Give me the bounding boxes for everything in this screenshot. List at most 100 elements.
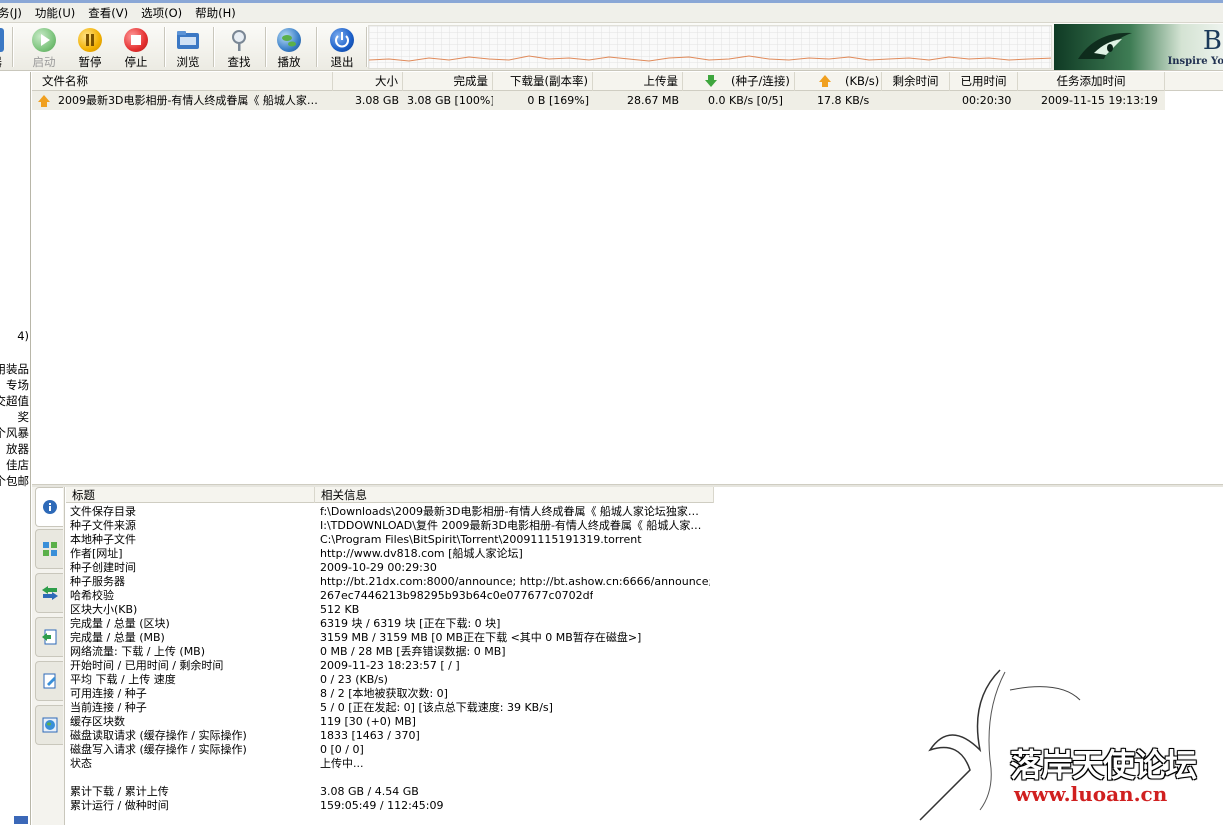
detail-row[interactable]: 磁盘写入请求 (缓存操作 / 实际操作) 0 [0 / 0] [66, 743, 714, 757]
detail-value: 267ec7446213b98295b93b64c0e077677c0702df [320, 589, 594, 602]
detail-row[interactable]: 开始时间 / 已用时间 / 剩余时间 2009-11-23 18:23:57 [ … [66, 659, 714, 673]
browse-button[interactable]: 浏览 [166, 25, 210, 69]
detail-key: 累计下载 / 累计上传 [70, 785, 169, 798]
col-up-speed[interactable]: (KB/s) [795, 72, 882, 91]
detail-value: C:\Program Files\BitSpirit\Torrent\20091… [320, 533, 642, 546]
tab-log[interactable] [35, 661, 63, 701]
tab-connections[interactable] [35, 573, 63, 613]
detail-row[interactable]: 区块大小(KB) 512 KB [66, 603, 714, 617]
watermark-title: 落岸天使论坛 [1010, 746, 1197, 784]
sidebar-item[interactable]: 奖 [18, 409, 30, 425]
detail-row[interactable]: 缓存区块数 119 [30 (+0) MB] [66, 715, 714, 729]
stop-button[interactable]: 停止 [114, 25, 158, 69]
stop-label: 停止 [124, 55, 148, 69]
detail-row[interactable]: 文件保存目录 f:\Downloads\2009最新3D电影相册-有情人终成眷属《… [66, 505, 714, 519]
sidebar-item[interactable]: 4) [17, 329, 29, 343]
network-globe-icon [42, 717, 58, 733]
col-info[interactable]: 相关信息 [315, 487, 714, 503]
task-row[interactable]: 2009最新3D电影相册-有情人终成眷属《 船城人家… 3.08 GB 3.08… [32, 91, 1165, 110]
toolbar-separator [265, 27, 266, 67]
detail-row[interactable]: 哈希校验 267ec7446213b98295b93b64c0e077677c07… [66, 589, 714, 603]
col-down-speed[interactable]: (种子/连接) [683, 72, 795, 91]
col-down-speed-label: (种子/连接) [731, 74, 790, 88]
watermark-url: www.luoan.cn [1014, 782, 1168, 806]
detail-key: 本地种子文件 [70, 533, 136, 546]
detail-value: 0 / 23 (KB/s) [320, 673, 388, 686]
detail-value: http://www.dv818.com [船城人家论坛] [320, 547, 523, 560]
exit-button[interactable]: 退出 [320, 25, 364, 69]
menu-task[interactable]: 务(J) [0, 3, 29, 23]
detail-key: 开始时间 / 已用时间 / 剩余时间 [70, 659, 224, 672]
col-remaining[interactable]: 剩余时间 [882, 72, 950, 91]
detail-key: 完成量 / 总量 (区块) [70, 617, 170, 630]
tab-network[interactable] [35, 705, 63, 745]
category-sidebar: 4) 用装品 专场 交超值 奖 个风暴 放器 佳店 个包邮 [0, 72, 31, 825]
play-button[interactable]: 播放 [267, 25, 311, 69]
detail-row[interactable]: 作者[网址] http://www.dv818.com [船城人家论坛] [66, 547, 714, 561]
detail-row[interactable] [66, 771, 714, 785]
sidebar-item[interactable]: 个包邮 [0, 473, 29, 489]
detail-row[interactable]: 累计运行 / 做种时间 159:05:49 / 112:45:09 [66, 799, 714, 813]
upload-arrow-icon [819, 75, 831, 87]
task-list: 文件名称 大小 完成量 下载量(副本率) 上传量 (种子/连接) (KB/s) … [32, 72, 1223, 484]
sidebar-item[interactable]: 专场 [6, 377, 29, 393]
sidebar-item[interactable]: 用装品 [0, 361, 29, 377]
detail-row[interactable]: 平均 下载 / 上传 速度 0 / 23 (KB/s) [66, 673, 714, 687]
file-import-icon [42, 629, 57, 645]
start-label: 启动 [32, 55, 56, 69]
menu-view[interactable]: 查看(V) [82, 3, 135, 23]
menu-bar: 务(J) 功能(U) 查看(V) 选项(O) 帮助(H) [0, 3, 1223, 23]
task-name: 2009最新3D电影相册-有情人终成眷属《 船城人家… [58, 94, 318, 107]
detail-value: 上传中... [320, 757, 364, 770]
detail-row[interactable]: 完成量 / 总量 (区块) 6319 块 / 6319 块 [正在下载: 0 块] [66, 617, 714, 631]
col-downloaded[interactable]: 下载量(副本率) [493, 72, 593, 91]
detail-value: 159:05:49 / 112:45:09 [320, 799, 444, 812]
tab-files[interactable] [35, 617, 63, 657]
banner-slogan: Inspire Yo [1167, 56, 1223, 67]
task-up-speed: 17.8 KB/s [817, 94, 870, 107]
sidebar-item[interactable]: 放器 [6, 441, 29, 457]
detail-row[interactable]: 种子创建时间 2009-10-29 00:29:30 [66, 561, 714, 575]
detail-row[interactable]: 网络流量: 下载 / 上传 (MB) 0 MB / 28 MB [丢弃错误数据: … [66, 645, 714, 659]
detail-value: 0 MB / 28 MB [丢弃错误数据: 0 MB] [320, 645, 506, 658]
sidebar-item[interactable]: 佳店 [6, 457, 29, 473]
find-button[interactable]: 查找 [217, 25, 261, 69]
detail-value: 3.08 GB / 4.54 GB [320, 785, 419, 798]
detail-key: 完成量 / 总量 (MB) [70, 631, 165, 644]
detail-row[interactable]: 可用连接 / 种子 8 / 2 [本地被获取次数: 0] [66, 687, 714, 701]
detail-row[interactable]: 种子服务器 http://bt.21dx.com:8000/announce; h… [66, 575, 714, 589]
col-done[interactable]: 完成量 [403, 72, 493, 91]
detail-row[interactable]: 完成量 / 总量 (MB) 3159 MB / 3159 MB [0 MB正在下载… [66, 631, 714, 645]
sidebar-item[interactable]: 个风暴 [0, 425, 29, 441]
detail-key: 磁盘写入请求 (缓存操作 / 实际操作) [70, 743, 247, 756]
blocks-icon [43, 542, 57, 556]
menu-function[interactable]: 功能(U) [29, 3, 82, 23]
col-size[interactable]: 大小 [333, 72, 403, 91]
detail-value: 2009-10-29 00:29:30 [320, 561, 437, 574]
detail-key: 磁盘读取请求 (缓存操作 / 实际操作) [70, 729, 247, 742]
play-label: 播放 [277, 55, 301, 69]
tab-info[interactable] [35, 487, 63, 527]
partial-toolbar-button[interactable]: 器 [0, 25, 4, 69]
detail-value: 119 [30 (+0) MB] [320, 715, 416, 728]
detail-value: 1833 [1463 / 370] [320, 729, 420, 742]
scroll-arrow-icon[interactable] [14, 816, 28, 824]
menu-options[interactable]: 选项(O) [135, 3, 189, 23]
pause-button[interactable]: 暂停 [68, 25, 112, 69]
tab-blocks[interactable] [35, 529, 63, 569]
detail-row[interactable]: 状态 上传中... [66, 757, 714, 771]
detail-row[interactable]: 当前连接 / 种子 5 / 0 [正在发起: 0] [该点总下载速度: 39 KB… [66, 701, 714, 715]
start-button[interactable]: 启动 [22, 25, 66, 69]
menu-help[interactable]: 帮助(H) [189, 3, 243, 23]
col-filename[interactable]: 文件名称 [32, 72, 333, 91]
detail-row[interactable]: 本地种子文件 C:\Program Files\BitSpirit\Torrent… [66, 533, 714, 547]
col-uploaded[interactable]: 上传量 [593, 72, 683, 91]
col-title[interactable]: 标题 [66, 487, 315, 503]
col-added[interactable]: 任务添加时间 [1018, 72, 1165, 91]
detail-row[interactable]: 种子文件来源 I:\TDDOWNLOAD\复件 2009最新3D电影相册-有情人终… [66, 519, 714, 533]
detail-row[interactable]: 累计下载 / 累计上传 3.08 GB / 4.54 GB [66, 785, 714, 799]
sidebar-item[interactable]: 交超值 [0, 393, 29, 409]
col-elapsed[interactable]: 已用时间 [950, 72, 1018, 91]
task-downloaded: 0 B [169%] [527, 94, 589, 107]
detail-row[interactable]: 磁盘读取请求 (缓存操作 / 实际操作) 1833 [1463 / 370] [66, 729, 714, 743]
